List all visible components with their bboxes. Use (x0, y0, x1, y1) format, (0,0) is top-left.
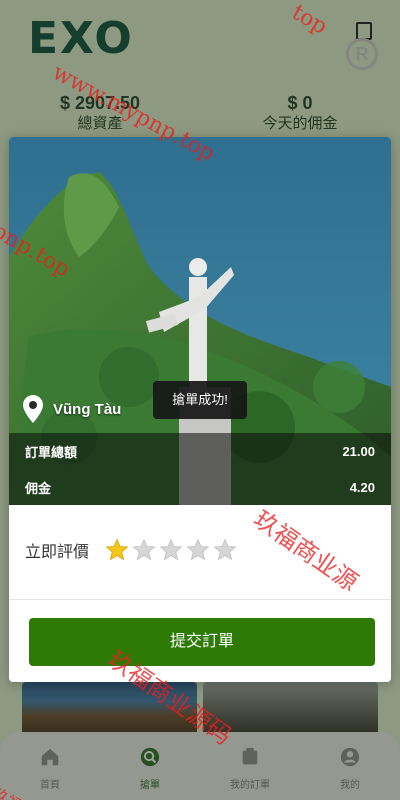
rating-row: 立即評價 (25, 533, 375, 567)
star-icon[interactable] (213, 538, 237, 562)
rating-label: 立即評價 (25, 544, 90, 561)
order-modal: Vũng Tàu 搶單成功! 訂單總額 21.00 佣金 4.20 立即評價 提… (9, 137, 391, 682)
product-image: Vũng Tàu 搶單成功! 訂單總額 21.00 佣金 4.20 (9, 137, 391, 505)
divider (9, 599, 391, 600)
location: Vũng Tàu (23, 395, 121, 423)
star-icon[interactable] (186, 538, 210, 562)
order-info: 訂單總額 21.00 佣金 4.20 (9, 433, 391, 505)
star-icon[interactable] (132, 538, 156, 562)
submit-order-button[interactable]: 提交訂單 (29, 618, 375, 666)
commission-value: 4.20 (349, 479, 375, 495)
commission-row: 佣金 4.20 (9, 469, 391, 505)
location-pin-icon (23, 395, 43, 423)
location-name: Vũng Tàu (53, 400, 122, 418)
order-total-value: 21.00 (342, 443, 375, 459)
star-icon[interactable] (159, 538, 183, 562)
order-total-label: 訂單總額 (25, 444, 78, 460)
success-toast: 搶單成功! (153, 381, 247, 419)
star-icon[interactable] (105, 538, 129, 562)
order-total-row: 訂單總額 21.00 (9, 433, 391, 469)
commission-label: 佣金 (25, 480, 52, 496)
